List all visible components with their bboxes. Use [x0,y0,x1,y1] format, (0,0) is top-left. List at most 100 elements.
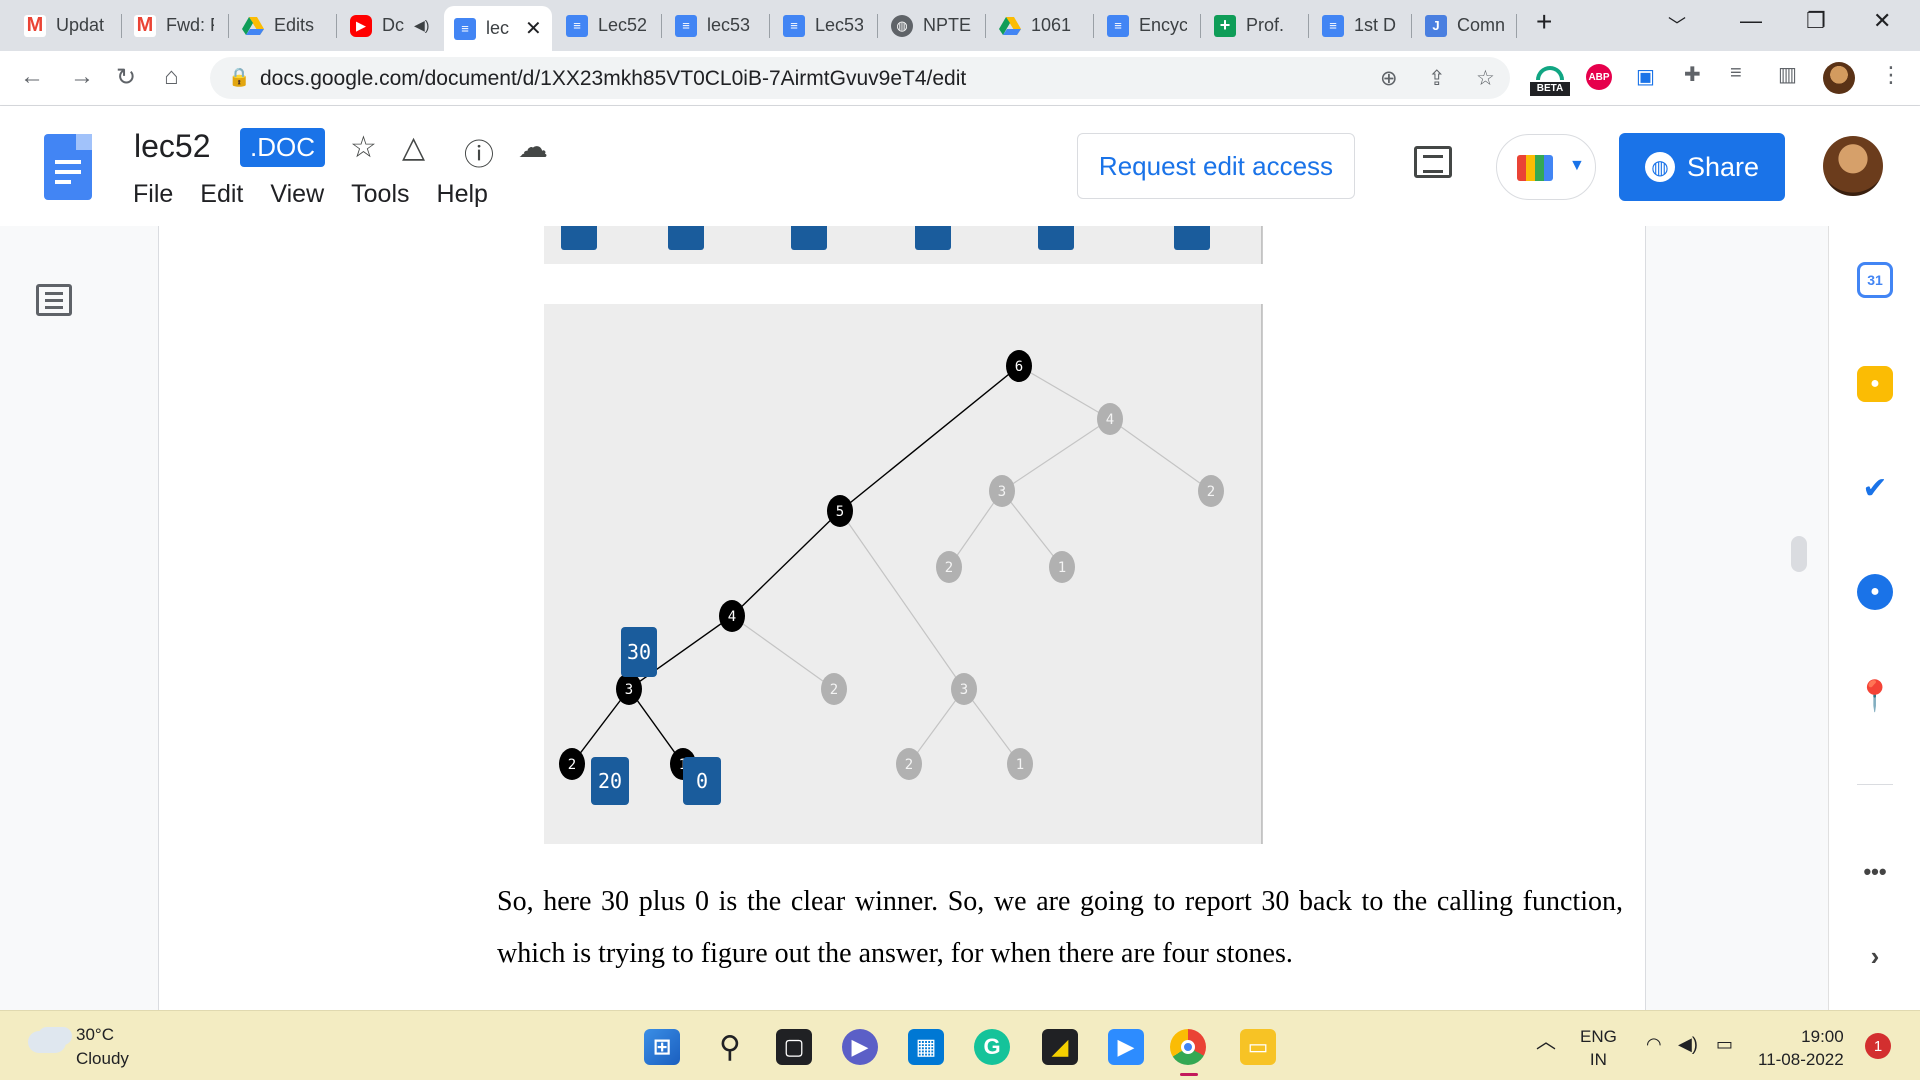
side-panel-icon[interactable]: ▥ [1778,62,1797,87]
new-tab-button[interactable]: + [1536,6,1552,38]
tree-node: 4 [719,600,745,632]
gmail-icon: M [24,14,46,37]
docs-logo-icon[interactable] [44,134,92,200]
tasks-icon[interactable]: ✔ [1857,470,1893,506]
tab-7[interactable]: ≡ Lec53 [773,6,873,45]
meet-camera-icon [1517,155,1553,181]
store-icon[interactable]: ▦ [908,1029,944,1065]
tree-node-label: 2 [905,757,913,773]
windows-start-icon[interactable]: ⊞ [644,1029,680,1065]
adblock-icon[interactable]: ABP [1586,64,1612,90]
cloud-status-icon: ☁ [518,131,548,164]
tree-node-label: 1 [1058,560,1066,576]
more-icon[interactable]: ••• [1857,854,1893,890]
address-bar[interactable]: 🔒 docs.google.com/document/d/1XX23mkh85V… [210,57,1510,99]
grammarly-icon[interactable]: G [974,1029,1010,1065]
tab-9[interactable]: 1061 [989,6,1089,45]
close-tab-icon[interactable]: ✕ [525,16,542,41]
tab-8[interactable]: ◍ NPTE [881,6,981,45]
tree-node: 2 [821,673,847,705]
battery-icon[interactable]: ▭ [1716,1033,1733,1056]
menu-edit[interactable]: Edit [200,180,243,209]
share-button[interactable]: ◍ Share [1619,133,1785,201]
back-button[interactable]: ← [20,63,44,91]
value-box-label: 20 [598,769,622,793]
language-indicator[interactable]: ENG IN [1580,1025,1617,1071]
account-avatar[interactable] [1823,136,1883,196]
extensions-puzzle-icon[interactable]: ✚ [1684,62,1701,87]
meet-button[interactable]: ▼ [1496,134,1596,200]
bookmark-star-icon[interactable]: ☆ [1476,66,1495,91]
minimize-button[interactable]: — [1740,8,1762,34]
tab-12[interactable]: ≡ 1st D [1312,6,1412,45]
maps-icon[interactable]: 📍 [1856,678,1894,714]
screen-capture-icon[interactable]: ▣ [1636,64,1655,89]
tree-node: 6 [1006,350,1032,382]
close-window-button[interactable]: ✕ [1873,8,1891,34]
tab-search-chevron-icon[interactable]: ﹀ [1668,12,1686,38]
tab-2[interactable]: Edits [232,6,332,45]
keep-icon[interactable]: ● [1857,366,1893,402]
top-value-box [668,226,704,250]
menu-tools[interactable]: Tools [351,180,409,209]
media-control-icon[interactable]: ≡ [1730,62,1742,85]
reload-button[interactable]: ↻ [116,63,136,92]
tab-11[interactable]: + Prof. [1204,6,1304,45]
docs-icon: ≡ [454,17,476,40]
tab-10[interactable]: ≡ Encyc [1097,6,1197,45]
request-edit-access-button[interactable]: Request edit access [1077,133,1355,199]
tree-node: 2 [896,748,922,780]
globe-icon: ◍ [891,14,913,37]
menu-file[interactable]: File [133,180,173,209]
zoom-icon[interactable]: ⊕ [1380,66,1398,91]
star-icon[interactable]: ☆ [350,130,377,165]
weather-widget[interactable]: 30°C Cloudy [76,1023,129,1071]
document-title[interactable]: lec52 [134,128,211,165]
beta-extension-icon[interactable]: BETA [1530,66,1570,96]
docs-icon: ≡ [566,14,588,37]
notification-badge[interactable]: 1 [1865,1033,1891,1059]
top-figure-background [544,226,1262,264]
chrome-icon[interactable] [1170,1029,1206,1065]
document-outline-icon[interactable] [36,284,72,316]
expand-panel-icon[interactable]: › [1857,938,1893,974]
menu-help[interactable]: Help [437,180,488,209]
comment-history-icon[interactable] [1414,146,1452,178]
tab-1[interactable]: MFwd: F [124,6,224,45]
home-button[interactable]: ⌂ [164,63,179,91]
tree-node: 1 [1049,551,1075,583]
tab-0[interactable]: M Updat [14,6,118,45]
contacts-icon[interactable]: ● [1857,574,1893,610]
weather-cloud-icon [28,1031,66,1053]
tab-3[interactable]: ▶ Dc ◀) [340,6,440,45]
forward-button[interactable]: → [70,63,94,91]
tree-node-label: 2 [568,757,576,773]
chat-icon[interactable]: ▶ [842,1029,878,1065]
profile-avatar[interactable] [1823,62,1855,94]
globe-icon: ◍ [1644,152,1675,182]
volume-icon[interactable]: ◀) [1678,1033,1698,1056]
tab-4[interactable]: ≡ lec ✕ [444,6,552,51]
show-hidden-icons-icon[interactable]: ︿ [1536,1031,1556,1054]
sticky-notes-icon[interactable]: ◢ [1042,1029,1078,1065]
task-view-icon[interactable]: ▢ [776,1029,812,1065]
file-explorer-icon[interactable]: ▭ [1240,1029,1276,1065]
calendar-icon[interactable]: 31 [1857,262,1893,298]
menu-view[interactable]: View [270,180,324,209]
tab-5[interactable]: ≡ Lec52 [556,6,656,45]
wifi-icon[interactable]: ◠ [1646,1033,1662,1056]
add-to-drive-icon[interactable]: △ [402,130,425,165]
docs-icon: ≡ [783,14,805,37]
search-icon[interactable]: ⚲ [712,1029,748,1065]
tab-strip: MUpdat MFwd: F Edits ▶Dc◀) ≡lec✕ ≡Lec52 … [0,0,1920,51]
tab-13[interactable]: J Comn [1415,6,1519,45]
tree-node-label: 3 [625,682,633,698]
tab-6[interactable]: ≡ lec53 [665,6,765,45]
scrollbar-thumb[interactable] [1791,536,1807,572]
zoom-app-icon[interactable]: ▶ [1108,1029,1144,1065]
browser-menu-icon[interactable]: ⋮ [1880,62,1902,88]
share-page-icon[interactable]: ⇪ [1428,66,1446,91]
info-icon[interactable]: ⓘ [464,130,494,174]
clock[interactable]: 19:00 11-08-2022 [1758,1025,1844,1071]
restore-button[interactable]: ❐ [1806,8,1826,34]
